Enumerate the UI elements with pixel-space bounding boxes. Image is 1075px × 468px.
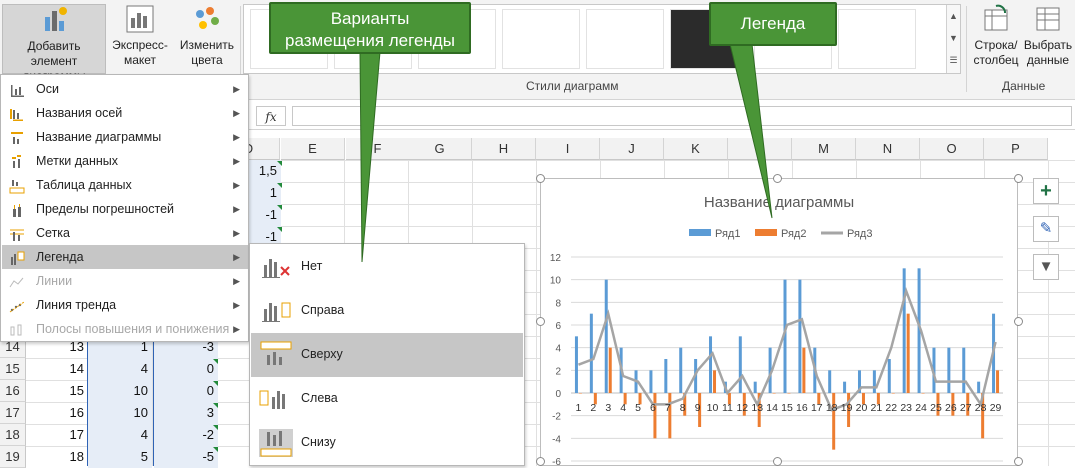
callout-legend: Легенда — [709, 2, 837, 46]
callout-arrow-legend-options — [359, 51, 381, 263]
callout-legend-options: Варианты размещения легенды — [269, 2, 471, 54]
callout-arrow-legend — [729, 43, 773, 219]
callout-arrows — [359, 43, 773, 263]
